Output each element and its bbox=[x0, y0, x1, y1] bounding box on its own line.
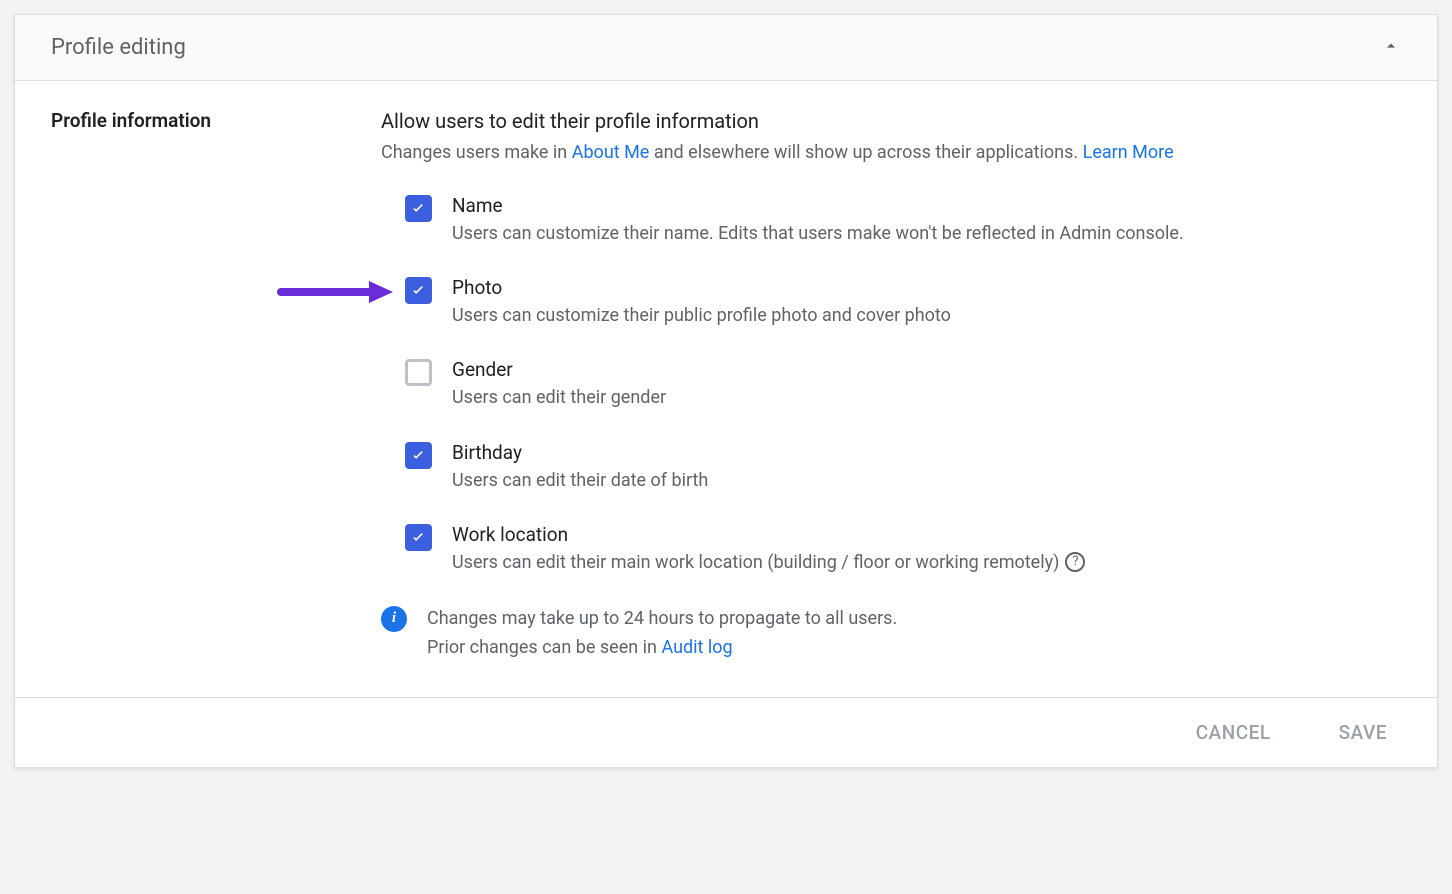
chevron-up-icon[interactable] bbox=[1381, 36, 1401, 60]
option-text-work-location: Work location Users can edit their main w… bbox=[452, 523, 1401, 575]
option-text-photo: Photo Users can customize their public pr… bbox=[452, 276, 1401, 328]
option-desc-work-location: Users can edit their main work location … bbox=[452, 550, 1401, 575]
checkbox-photo[interactable] bbox=[405, 277, 432, 304]
checkbox-birthday[interactable] bbox=[405, 442, 432, 469]
right-column: Allow users to edit their profile inform… bbox=[381, 109, 1401, 663]
option-text-name: Name Users can customize their name. Edit… bbox=[452, 194, 1401, 246]
help-icon[interactable]: ? bbox=[1065, 552, 1085, 572]
subtext: Changes users make in About Me and elsew… bbox=[381, 139, 1401, 166]
option-row-gender: Gender Users can edit their gender bbox=[405, 358, 1401, 410]
checkbox-work-location[interactable] bbox=[405, 524, 432, 551]
checkbox-gender[interactable] bbox=[405, 359, 432, 386]
info-line1: Changes may take up to 24 hours to propa… bbox=[427, 608, 897, 629]
option-title-birthday: Birthday bbox=[452, 441, 1401, 464]
cancel-button[interactable]: CANCEL bbox=[1190, 720, 1277, 745]
profile-editing-card: Profile editing Profile information Allo… bbox=[14, 14, 1438, 768]
info-text: Changes may take up to 24 hours to propa… bbox=[427, 605, 897, 663]
option-row-name: Name Users can customize their name. Edit… bbox=[405, 194, 1401, 246]
option-text-gender: Gender Users can edit their gender bbox=[452, 358, 1401, 410]
option-row-birthday: Birthday Users can edit their date of bir… bbox=[405, 441, 1401, 493]
about-me-link[interactable]: About Me bbox=[572, 142, 650, 163]
learn-more-link[interactable]: Learn More bbox=[1083, 142, 1174, 163]
card-footer: CANCEL SAVE bbox=[15, 697, 1437, 767]
option-title-photo: Photo bbox=[452, 276, 1401, 299]
annotation-arrow-icon bbox=[277, 278, 397, 310]
option-title-work-location: Work location bbox=[452, 523, 1401, 546]
options-list: Name Users can customize their name. Edit… bbox=[381, 194, 1401, 575]
subtext-part2: and elsewhere will show up across their … bbox=[649, 142, 1082, 163]
option-row-work-location: Work location Users can edit their main w… bbox=[405, 523, 1401, 575]
checkbox-name[interactable] bbox=[405, 195, 432, 222]
option-text-birthday: Birthday Users can edit their date of bir… bbox=[452, 441, 1401, 493]
option-desc-birthday: Users can edit their date of birth bbox=[452, 468, 1401, 493]
info-line2a: Prior changes can be seen in bbox=[427, 637, 661, 658]
subtext-part1: Changes users make in bbox=[381, 142, 572, 163]
option-row-photo: Photo Users can customize their public pr… bbox=[405, 276, 1401, 328]
info-row: i Changes may take up to 24 hours to pro… bbox=[381, 605, 1401, 663]
left-column: Profile information bbox=[51, 109, 381, 663]
option-desc-gender: Users can edit their gender bbox=[452, 385, 1401, 410]
option-desc-name: Users can customize their name. Edits th… bbox=[452, 221, 1401, 246]
section-label: Profile information bbox=[51, 109, 381, 132]
main-heading: Allow users to edit their profile inform… bbox=[381, 109, 1401, 133]
save-button[interactable]: SAVE bbox=[1333, 720, 1393, 745]
card-body: Profile information Allow users to edit … bbox=[15, 81, 1437, 697]
option-title-name: Name bbox=[452, 194, 1401, 217]
card-header-title: Profile editing bbox=[51, 35, 186, 60]
option-title-gender: Gender bbox=[452, 358, 1401, 381]
card-header[interactable]: Profile editing bbox=[15, 15, 1437, 81]
audit-log-link[interactable]: Audit log bbox=[661, 637, 732, 658]
info-icon: i bbox=[381, 606, 407, 632]
option-desc-photo: Users can customize their public profile… bbox=[452, 303, 1401, 328]
